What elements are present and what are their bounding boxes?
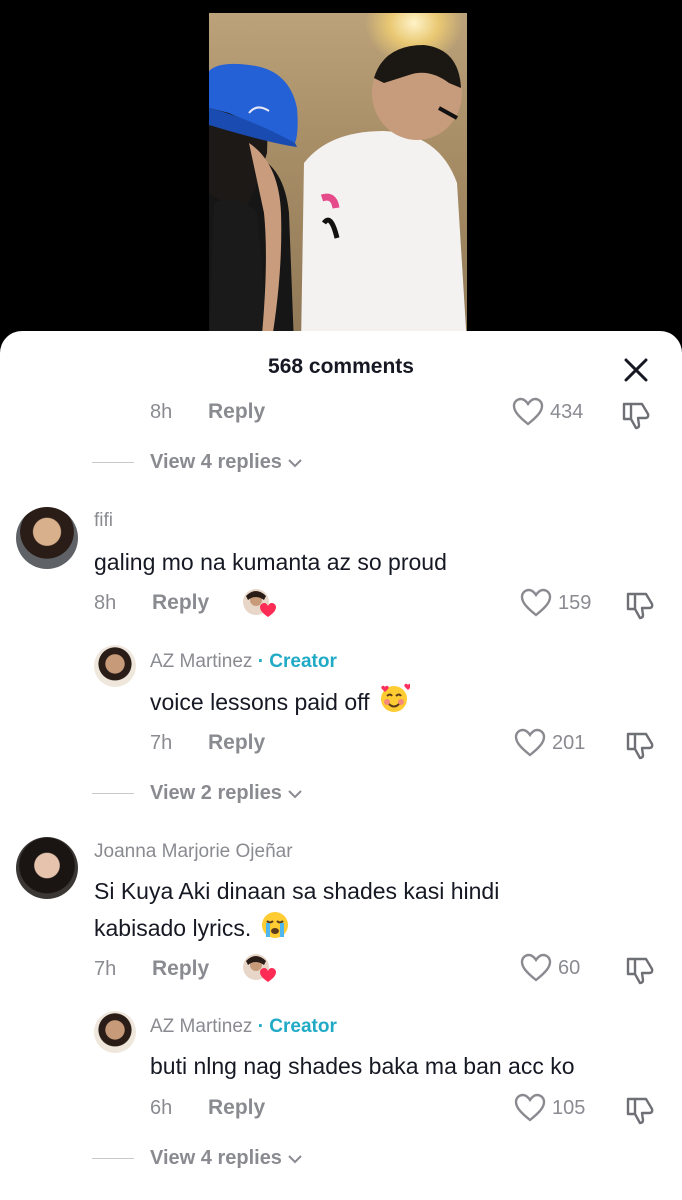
smiling-face-with-hearts-icon [378,683,412,725]
creator-liked-badge [242,953,276,983]
creator-liked-heart-icon [243,954,276,982]
reply-text: buti nlng nag shades baka ma ban acc ko [150,1053,575,1079]
like-count: 201 [552,731,586,754]
creator-badge: · Creator [257,1016,337,1037]
like-button[interactable]: 434 [512,397,583,427]
divider-line [92,793,134,794]
video-scene [209,45,467,345]
reply-timestamp: 7h [150,732,173,754]
view-replies-button[interactable]: View 2 replies [92,782,304,805]
comments-count-title: 568 comments [268,355,414,378]
view-replies-label: View 4 replies [150,1147,282,1169]
reply-button[interactable]: Reply [208,1096,265,1120]
comment-text-line2: kabisado lyrics. [94,915,252,942]
divider-line [92,462,134,463]
creator-liked-heart-icon [243,589,276,617]
reply-button[interactable]: Reply [152,957,209,981]
reply-button[interactable]: Reply [152,591,209,615]
thumbs-down-icon [626,1097,654,1125]
thumbs-down-icon [622,402,650,430]
reply-button[interactable]: Reply [208,400,265,424]
video-player[interactable] [0,0,682,345]
chevron-down-icon [288,789,302,798]
like-button[interactable]: 201 [514,728,585,758]
reply-username[interactable]: AZ Martinez · Creator [150,1016,337,1038]
thumbs-down-icon [626,957,654,985]
like-button[interactable]: 60 [520,953,580,983]
avatar[interactable] [16,507,78,569]
like-count: 159 [558,591,592,614]
reply-timestamp: 8h [150,401,173,423]
reply-button[interactable]: Reply [208,731,265,755]
video-thumbnail[interactable] [209,13,467,345]
thumbs-down-icon [626,732,654,760]
reply-text: voice lessons paid off [150,689,370,716]
like-button[interactable]: 105 [514,1093,585,1123]
view-replies-label: View 4 replies [150,451,282,473]
heart-icon [514,728,546,757]
heart-icon [520,953,552,982]
comment-text-line2-row: kabisado lyrics. [94,909,291,951]
loudly-crying-face-icon [259,909,291,951]
comment-text-line1: Si Kuya Aki dinaan sa shades kasi hindi [94,878,500,904]
reply-timestamp: 6h [150,1097,173,1119]
reply-username[interactable]: AZ Martinez · Creator [150,651,337,673]
close-icon [624,358,648,382]
close-button[interactable] [619,353,653,387]
avatar[interactable] [16,837,78,899]
dislike-button[interactable] [620,400,654,435]
divider-line [92,1158,134,1159]
chevron-down-icon [288,458,302,467]
thumbs-down-icon [626,592,654,620]
creator-name: AZ Martinez [150,651,253,672]
comment-text: galing mo na kumanta az so proud [94,549,447,575]
creator-name: AZ Martinez [150,1016,253,1037]
avatar[interactable] [94,645,136,687]
like-count: 60 [558,956,581,979]
chevron-down-icon [288,1154,302,1163]
heart-icon [512,397,544,426]
dislike-button[interactable] [624,1095,658,1130]
reply-text-row: voice lessons paid off [150,683,412,725]
view-replies-label: View 2 replies [150,782,282,804]
creator-badge: · Creator [257,651,337,672]
like-button[interactable]: 159 [520,588,591,618]
dislike-button[interactable] [624,955,658,990]
heart-icon [520,588,552,617]
view-replies-button[interactable]: View 4 replies [92,451,304,474]
like-count: 434 [550,400,584,423]
heart-icon [514,1093,546,1122]
view-replies-button[interactable]: View 4 replies [92,1147,304,1170]
dislike-button[interactable] [624,730,658,765]
creator-liked-badge [242,588,276,618]
comment-username[interactable]: Joanna Marjorie Ojeñar [94,841,293,863]
avatar[interactable] [94,1011,136,1053]
like-count: 105 [552,1096,586,1119]
comment-timestamp: 8h [94,592,117,614]
comments-panel: 568 comments 8h Reply 434 View 4 replies… [0,331,682,1200]
dislike-button[interactable] [624,590,658,625]
comment-username[interactable]: fifi [94,510,113,532]
comment-timestamp: 7h [94,958,117,980]
